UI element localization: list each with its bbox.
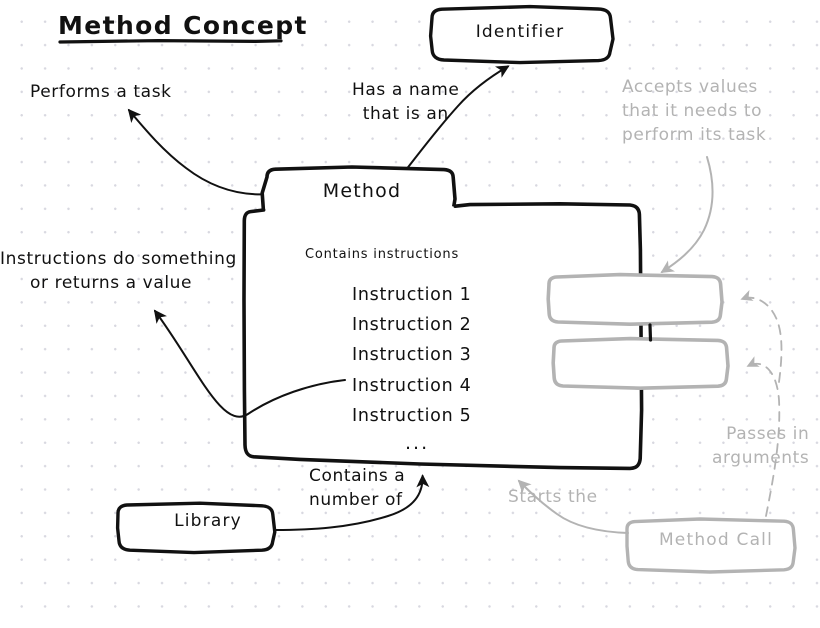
arrow-passes-in-arguments-branch — [740, 289, 783, 383]
annotation-contains-a-number-of: Contains a number of — [309, 466, 406, 511]
instruction-row: Instruction 5 — [352, 405, 472, 426]
instruction-row: Instruction 1 — [352, 285, 472, 305]
annotation-has-a-name: Has a name that is an — [352, 80, 460, 125]
method-body-divider-tick — [648, 323, 653, 342]
diagram-canvas: Method Concept Performs a task Has a nam… — [0, 0, 820, 628]
library-node-label: Library — [174, 511, 242, 531]
page-title: Method Concept — [58, 11, 308, 40]
instruction-row: Instruction 2 — [352, 315, 472, 336]
parameter-box-2[interactable] — [551, 336, 730, 390]
annotation-instructions-do-something: Instructions do something or returns a v… — [0, 249, 237, 294]
arrow-accepts-values — [660, 156, 714, 274]
instruction-list-ellipsis: ... — [405, 432, 430, 454]
instruction-row: Instruction 4 — [352, 375, 472, 396]
parameter-box-1[interactable] — [546, 272, 724, 326]
annotation-starts-the: Starts the — [508, 487, 598, 507]
annotation-performs-a-task: Performs a task — [30, 82, 172, 102]
arrow-performs-a-task — [127, 108, 263, 196]
instruction-row: Instruction 3 — [352, 345, 472, 366]
method-body-caption: Contains instructions — [305, 247, 460, 262]
instruction-list: Instruction 1 Instruction 2 Instruction 3 I… — [352, 280, 471, 431]
annotation-accepts-values: Accepts values that it needs to perform … — [622, 77, 767, 146]
identifier-node-label: Identifier — [475, 22, 565, 42]
method-node-label: Method — [322, 180, 402, 202]
annotation-passes-in-arguments: Passes in arguments — [712, 424, 810, 469]
method-call-node-label: Method Call — [658, 530, 774, 550]
